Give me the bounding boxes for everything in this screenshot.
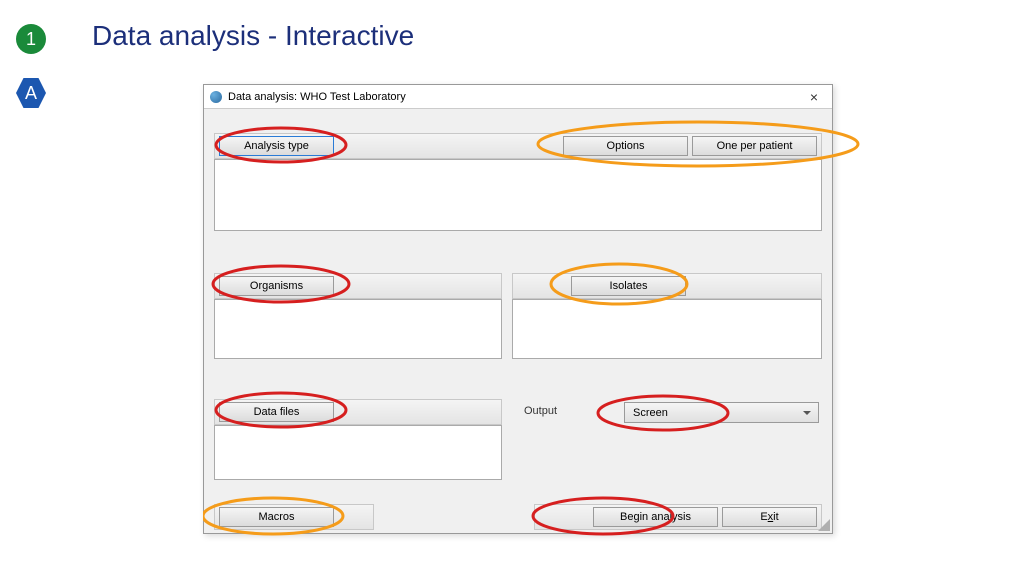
output-dropdown-value: Screen (633, 407, 668, 419)
close-icon[interactable]: × (804, 87, 824, 107)
top-toolbar: Analysis type Options One per patient (214, 133, 822, 159)
bottom-right-toolbar: Begin analysis Exit (534, 504, 822, 530)
analysis-type-panel (214, 159, 822, 231)
data-analysis-dialog: Data analysis: WHO Test Laboratory × Ana… (203, 84, 833, 534)
one-per-patient-button[interactable]: One per patient (692, 136, 817, 156)
begin-analysis-button[interactable]: Begin analysis (593, 507, 718, 527)
isolates-panel (512, 299, 822, 359)
exit-button[interactable]: Exit (722, 507, 817, 527)
titlebar: Data analysis: WHO Test Laboratory × (204, 85, 832, 109)
organisms-toolbar: Organisms (214, 273, 502, 299)
macros-toolbar: Macros (214, 504, 374, 530)
page-title: Data analysis - Interactive (92, 20, 414, 52)
isolates-button[interactable]: Isolates (571, 276, 686, 296)
output-label: Output (524, 405, 557, 417)
macros-button[interactable]: Macros (219, 507, 334, 527)
dialog-title: Data analysis: WHO Test Laboratory (228, 91, 406, 103)
isolates-toolbar: Isolates (512, 273, 822, 299)
app-globe-icon (210, 91, 222, 103)
data-files-button[interactable]: Data files (219, 402, 334, 422)
organisms-button[interactable]: Organisms (219, 276, 334, 296)
resize-grip-icon[interactable] (818, 519, 830, 531)
step-badge-a: A (16, 78, 46, 108)
analysis-type-button[interactable]: Analysis type (219, 136, 334, 156)
step-badge-1: 1 (16, 24, 46, 54)
output-dropdown[interactable]: Screen (624, 402, 819, 423)
options-button[interactable]: Options (563, 136, 688, 156)
data-files-toolbar: Data files (214, 399, 502, 425)
organisms-panel (214, 299, 502, 359)
data-files-panel (214, 425, 502, 480)
